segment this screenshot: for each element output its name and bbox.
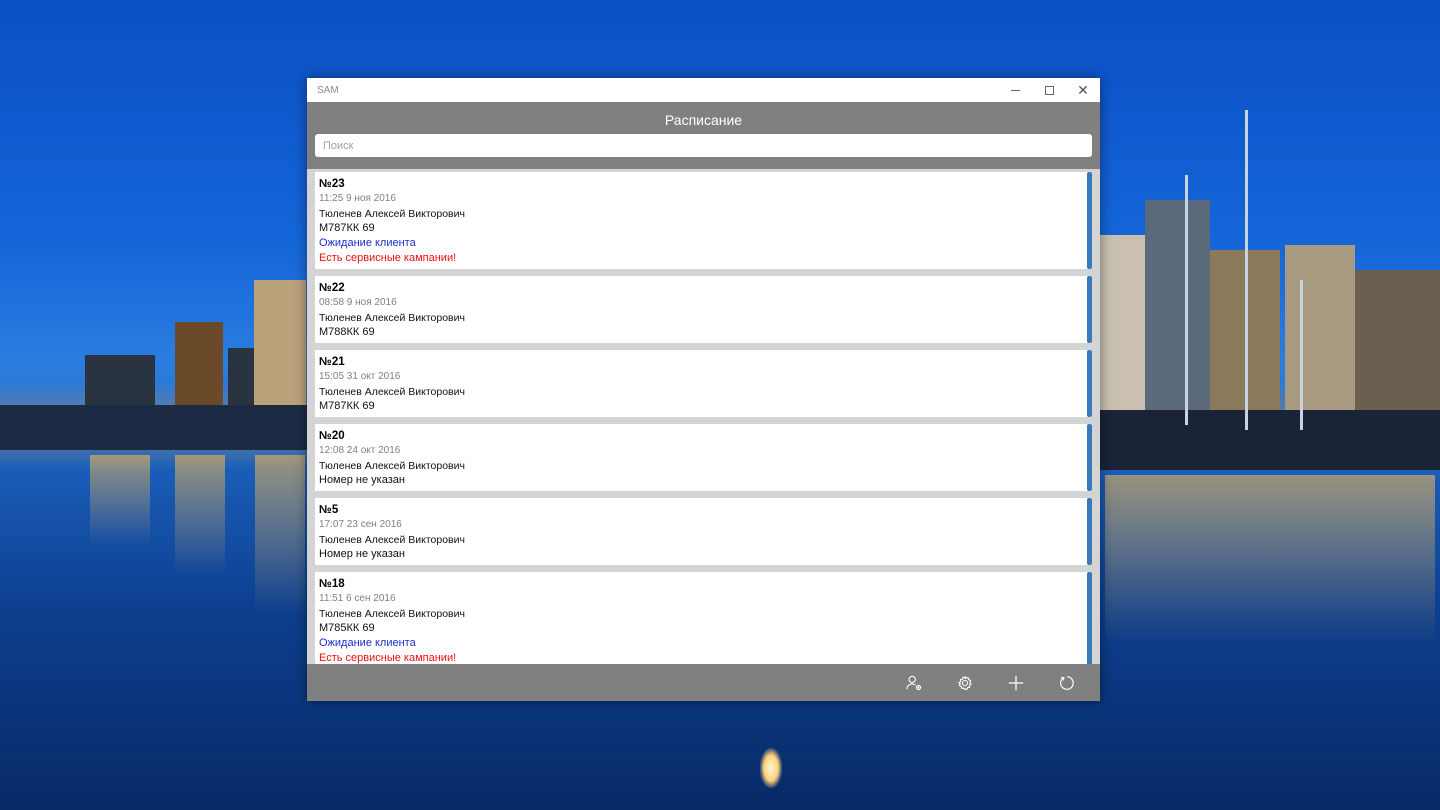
minimize-icon [1010, 89, 1020, 91]
title-bar: SAM ✕ [307, 78, 1100, 102]
order-number: №21 [319, 356, 345, 368]
plate-number: М787КК 69 [319, 400, 375, 412]
minimize-button[interactable] [998, 78, 1032, 102]
order-time: 11:25 9 ноя 2016 [319, 193, 396, 204]
user-settings-button[interactable] [888, 664, 939, 701]
client-name: Тюленев Алексей Викторович [319, 534, 465, 546]
search-input[interactable] [315, 134, 1092, 157]
order-time: 15:05 31 окт 2016 [319, 371, 401, 382]
add-button[interactable] [990, 664, 1041, 701]
gear-icon [957, 675, 972, 690]
order-card[interactable]: №22 08:58 9 ноя 2016 Тюленев Алексей Вик… [315, 276, 1092, 343]
service-warning: Есть сервисные кампании! [319, 652, 457, 664]
header: Расписание [307, 102, 1100, 169]
refresh-icon [1059, 675, 1074, 690]
order-number: №22 [319, 282, 345, 294]
user-settings-icon [905, 675, 921, 690]
order-card[interactable]: №5 17:07 23 сен 2016 Тюленев Алексей Вик… [315, 498, 1092, 565]
card-accent-bar [1087, 424, 1092, 491]
maximize-icon [1044, 85, 1054, 95]
order-number: №5 [319, 504, 339, 516]
close-button[interactable]: ✕ [1066, 78, 1100, 102]
order-time: 08:58 9 ноя 2016 [319, 297, 397, 308]
orders-list[interactable]: №23 11:25 9 ноя 2016 Тюленев Алексей Вик… [307, 169, 1100, 664]
card-accent-bar [1087, 276, 1092, 343]
order-time: 12:08 24 окт 2016 [319, 445, 401, 456]
order-status: Ожидание клиента [319, 237, 416, 249]
order-card[interactable]: №23 11:25 9 ноя 2016 Тюленев Алексей Вик… [315, 172, 1092, 269]
order-time: 11:51 6 сен 2016 [319, 593, 396, 604]
order-number: №18 [319, 578, 345, 590]
plate-number: М788КК 69 [319, 326, 375, 338]
order-card[interactable]: №21 15:05 31 окт 2016 Тюленев Алексей Ви… [315, 350, 1092, 417]
card-accent-bar [1087, 572, 1092, 664]
card-accent-bar [1087, 350, 1092, 417]
order-card[interactable]: №18 11:51 6 сен 2016 Тюленев Алексей Вик… [315, 572, 1092, 664]
app-window: SAM ✕ Расписание №23 11:25 9 ноя 2016 Тю… [307, 78, 1100, 701]
page-title: Расписание [664, 112, 743, 128]
client-name: Тюленев Алексей Викторович [319, 312, 465, 324]
settings-button[interactable] [939, 664, 990, 701]
app-name: SAM [317, 84, 339, 96]
close-icon: ✕ [1077, 82, 1089, 98]
plate-number: М787КК 69 [319, 222, 375, 234]
card-accent-bar [1087, 172, 1092, 269]
client-name: Тюленев Алексей Викторович [319, 608, 465, 620]
client-name: Тюленев Алексей Викторович [319, 460, 465, 472]
refresh-button[interactable] [1041, 664, 1092, 701]
client-name: Тюленев Алексей Викторович [319, 208, 465, 220]
client-name: Тюленев Алексей Викторович [319, 386, 465, 398]
order-number: №23 [319, 178, 345, 190]
service-warning: Есть сервисные кампании! [319, 252, 457, 264]
order-status: Ожидание клиента [319, 637, 416, 649]
plus-icon [1008, 675, 1023, 690]
order-card[interactable]: №20 12:08 24 окт 2016 Тюленев Алексей Ви… [315, 424, 1092, 491]
plate-number: Номер не указан [319, 474, 405, 486]
plate-number: М785КК 69 [319, 622, 375, 634]
bottom-toolbar [307, 664, 1100, 701]
plate-number: Номер не указан [319, 548, 405, 560]
order-number: №20 [319, 430, 345, 442]
maximize-button[interactable] [1032, 78, 1066, 102]
card-accent-bar [1087, 498, 1092, 565]
order-time: 17:07 23 сен 2016 [319, 519, 402, 530]
